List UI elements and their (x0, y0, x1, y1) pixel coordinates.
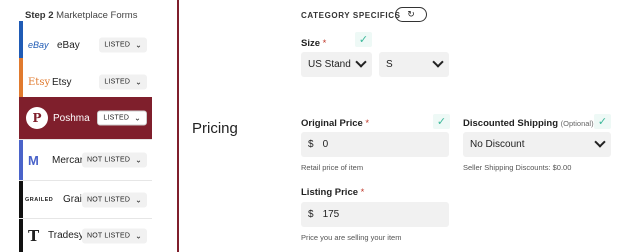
chevron-down-icon (432, 56, 444, 68)
status-label: LISTED (103, 114, 130, 122)
section-divider (177, 0, 179, 252)
chevron-down-icon (594, 136, 606, 148)
original-price-label-text: Original Price (301, 118, 363, 129)
listing-status-dropdown[interactable]: LISTED ⌄ (99, 37, 147, 53)
marketplace-name: Tradesy (48, 230, 84, 241)
listing-status-dropdown[interactable]: NOT LISTED ⌄ (81, 192, 147, 207)
status-label: NOT LISTED (86, 232, 131, 239)
original-price-label: Original Price * (301, 118, 369, 129)
accent-bar (19, 219, 23, 252)
chevron-down-icon: ⌄ (135, 155, 142, 165)
listing-price-label-text: Listing Price (301, 187, 359, 198)
status-label: LISTED (104, 41, 131, 49)
size-value: S (386, 59, 393, 70)
step-title: Step 2 Marketplace Forms (25, 10, 137, 21)
etsy-logo-icon: Etsy (28, 76, 51, 88)
discounted-shipping-label-text: Discounted Shipping (463, 118, 558, 129)
mercari-logo-icon: M (28, 152, 39, 168)
listing-price-value: 175 (322, 209, 340, 220)
poshmark-logo-icon: P (26, 107, 48, 129)
size-label-text: Size (301, 38, 321, 49)
listing-status-dropdown[interactable]: NOT LISTED ⌄ (81, 228, 147, 243)
status-label: NOT LISTED (86, 156, 131, 164)
step-number: Step 2 (25, 10, 54, 21)
tradesy-logo-icon: T (28, 226, 40, 245)
original-price-check-icon: ✓ (433, 114, 450, 129)
discounted-shipping-value: No Discount (470, 139, 525, 150)
listing-price-label: Listing Price * (301, 187, 364, 198)
ebay-logo-icon: eBay (28, 40, 49, 50)
status-label: NOT LISTED (86, 196, 131, 203)
discounted-shipping-select[interactable]: No Discount (463, 132, 611, 157)
chevron-down-icon: ⌄ (135, 40, 142, 50)
listing-status-dropdown[interactable]: NOT LISTED ⌄ (81, 152, 147, 168)
required-mark: * (322, 38, 327, 49)
step-text: Marketplace Forms (56, 10, 138, 21)
listing-price-input[interactable]: $ 175 (301, 202, 449, 227)
size-check-icon: ✓ (355, 32, 372, 47)
accent-bar (19, 181, 23, 218)
marketplace-name: Etsy (52, 76, 72, 88)
chevron-down-icon (355, 56, 367, 68)
marketplace-item-poshmark[interactable]: P Poshma LISTED ⌄ (19, 97, 152, 140)
discounted-shipping-hint: Seller Shipping Discounts: $0.00 (463, 163, 572, 172)
required-mark: * (365, 118, 370, 129)
chevron-down-icon: ⌄ (135, 77, 142, 87)
marketplace-sidebar: Step 2 Marketplace Forms eBay eBay LISTE… (0, 0, 152, 252)
currency-symbol: $ (308, 209, 314, 220)
marketplace-name: Poshma (53, 112, 90, 124)
marketplace-name: Mercari (52, 154, 86, 166)
marketplace-name: eBay (57, 39, 80, 51)
original-price-value: 0 (322, 139, 329, 150)
currency-symbol: $ (308, 139, 314, 150)
size-standard-value: US Stand (308, 59, 351, 70)
chevron-down-icon: ⌄ (134, 113, 141, 123)
refresh-button[interactable]: ↻ (395, 7, 427, 22)
marketplace-item-mercari[interactable]: M Mercari NOT LISTED ⌄ (19, 140, 152, 181)
original-price-hint: Retail price of item (301, 163, 364, 172)
required-mark: * (360, 187, 365, 198)
status-label: LISTED (104, 78, 131, 86)
marketplace-item-tradesy[interactable]: T Tradesy NOT LISTED ⌄ (19, 219, 152, 252)
section-label-pricing: Pricing (192, 120, 238, 137)
size-standard-select[interactable]: US Stand (301, 52, 372, 77)
accent-bar (19, 140, 23, 180)
size-select[interactable]: S (379, 52, 449, 77)
listing-status-dropdown[interactable]: LISTED ⌄ (97, 110, 147, 126)
optional-mark: (Optional) (560, 119, 594, 128)
grailed-logo-icon: GRAILED (25, 196, 54, 203)
refresh-icon: ↻ (407, 9, 415, 19)
category-specifics-title: CATEGORY SPECIFICS (301, 11, 401, 20)
size-label: Size * (301, 38, 326, 49)
discounted-shipping-check-icon: ✓ (594, 114, 611, 129)
listing-price-hint: Price you are selling your item (301, 233, 402, 242)
discounted-shipping-label: Discounted Shipping (Optional) (463, 118, 594, 129)
listing-status-dropdown[interactable]: LISTED ⌄ (99, 74, 147, 90)
original-price-input[interactable]: $ 0 (301, 132, 449, 157)
chevron-down-icon: ⌄ (135, 195, 142, 204)
chevron-down-icon: ⌄ (135, 231, 142, 240)
marketplace-item-grailed[interactable]: GRAILED Grailed NOT LISTED ⌄ (19, 181, 152, 219)
